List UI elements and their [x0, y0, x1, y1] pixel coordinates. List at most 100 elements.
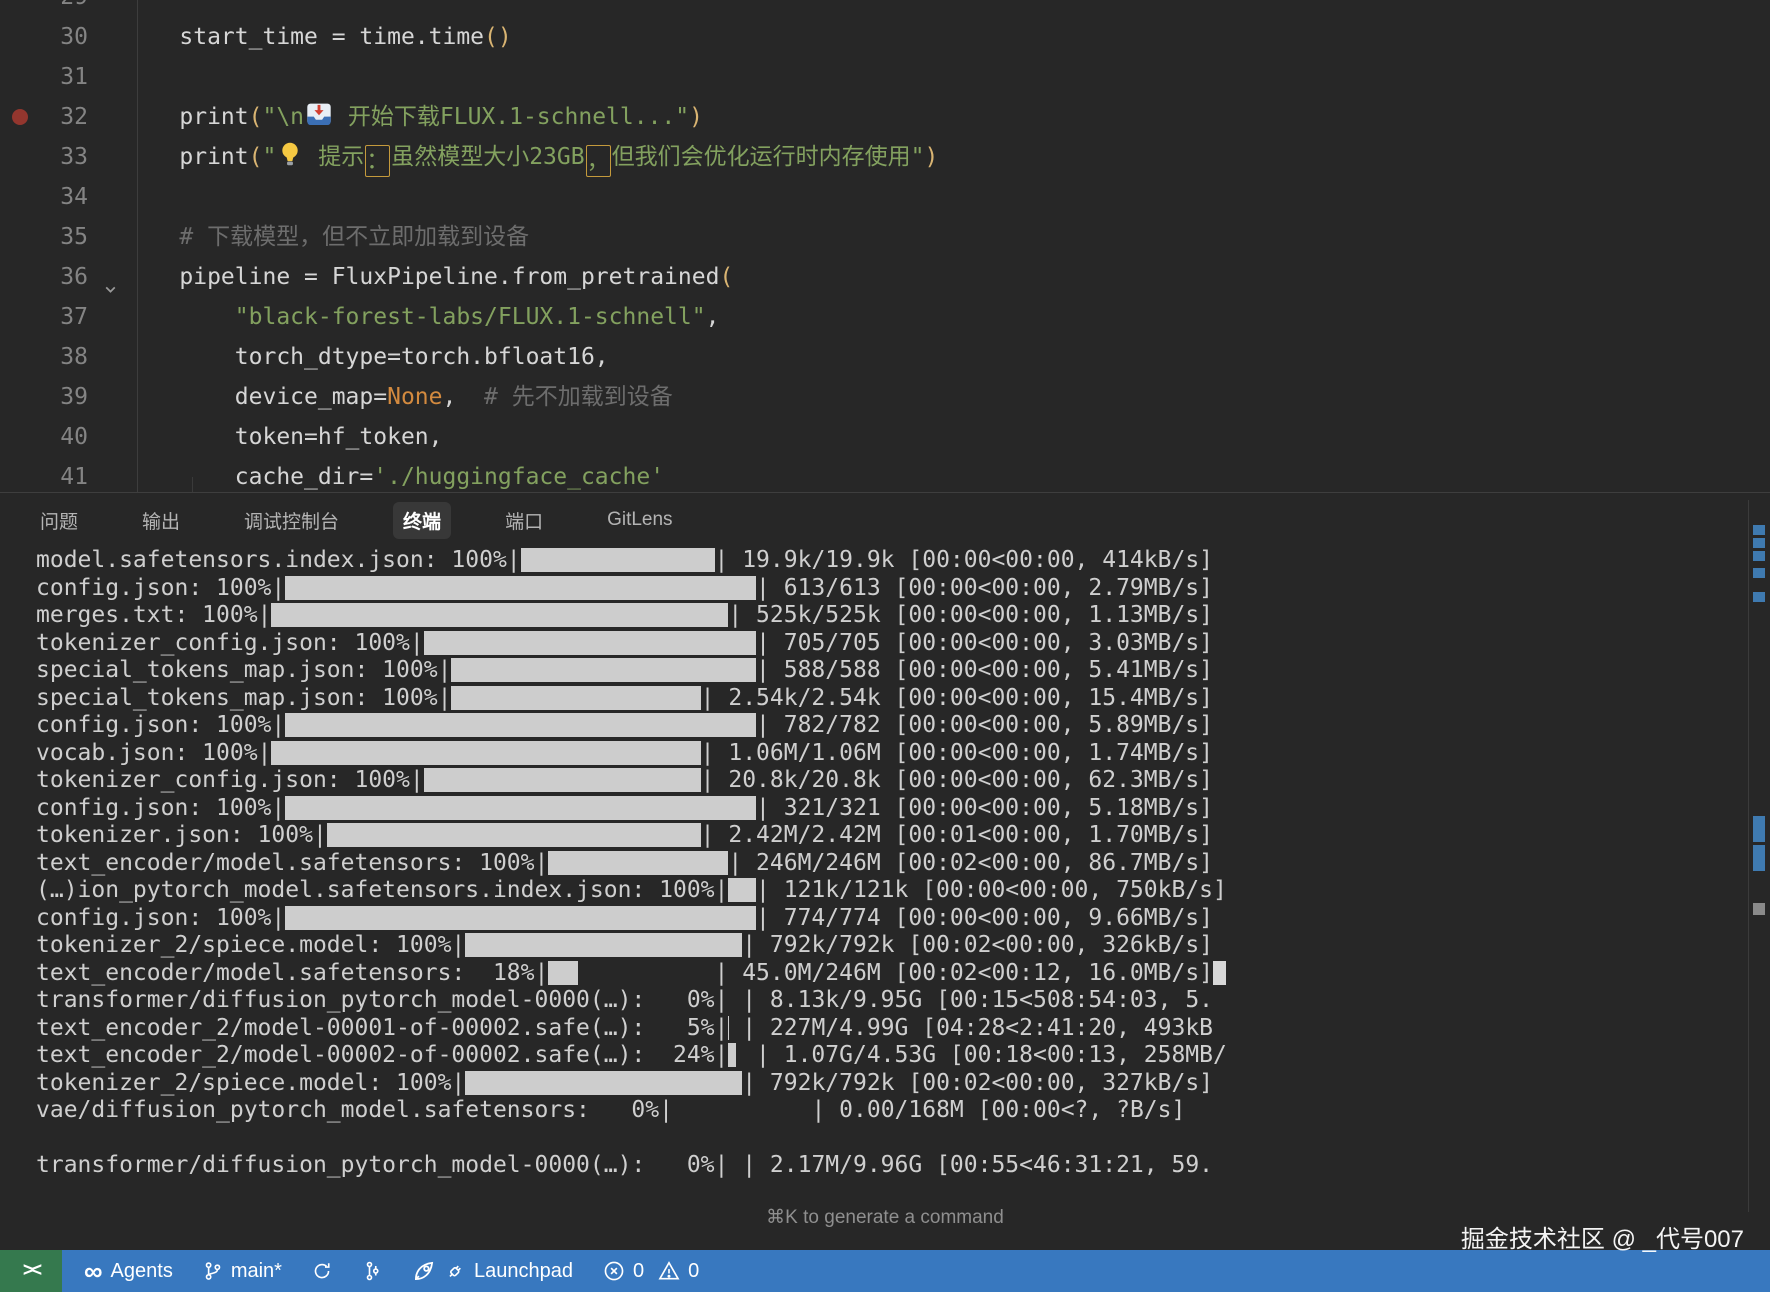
gutter[interactable]: 40	[0, 417, 124, 457]
code-line: 31	[0, 57, 1770, 97]
progress-bar	[465, 933, 742, 957]
terminal-line: text_encoder_2/model-00001-of-00002.safe…	[36, 1015, 1770, 1043]
code-text: "black-forest-labs/FLUX.1-schnell",	[124, 297, 719, 337]
code-line: 32 print("\n 开始下载FLUX.1-schnell...")	[0, 97, 1770, 137]
bulb-emoji	[278, 140, 302, 180]
problems-button[interactable]: 0 0	[603, 1260, 699, 1283]
panel-tab-调试控制台[interactable]: 调试控制台	[234, 502, 349, 539]
git-branch-label: main*	[231, 1260, 282, 1283]
progress-bar	[673, 1098, 811, 1122]
overview-ruler-mark	[1753, 538, 1765, 548]
agents-button[interactable]: ∞ Agents	[84, 1260, 173, 1283]
code-text: torch_dtype=torch.bfloat16,	[124, 337, 609, 377]
gutter[interactable]: 32	[0, 97, 124, 137]
launchpad-button[interactable]: Launchpad	[412, 1259, 573, 1283]
breakpoint-icon[interactable]	[12, 109, 28, 125]
code-line: 39 device_map=None, # 先不加载到设备	[0, 377, 1770, 417]
errors-icon	[603, 1260, 625, 1282]
code-line: 37 "black-forest-labs/FLUX.1-schnell",	[0, 297, 1770, 337]
line-number: 39	[60, 377, 88, 417]
terminal-output[interactable]: model.safetensors.index.json: 100%|| 19.…	[0, 547, 1770, 1180]
overview-ruler-mark	[1753, 845, 1765, 871]
terminal-cursor	[1213, 961, 1226, 985]
terminal-line: model.safetensors.index.json: 100%|| 19.…	[36, 547, 1770, 575]
terminal-line: text_encoder/model.safetensors: 18%|| 45…	[36, 960, 1770, 988]
terminal-line: transformer/diffusion_pytorch_model-0000…	[36, 987, 1770, 1015]
gutter[interactable]: 36	[0, 257, 124, 297]
progress-bar	[521, 548, 715, 572]
gutter[interactable]: 29	[0, 0, 124, 17]
gutter[interactable]: 34	[0, 177, 124, 217]
line-number: 37	[60, 297, 88, 337]
terminal-line: transformer/diffusion_pytorch_model-0000…	[36, 1152, 1770, 1180]
infinity-icon: ∞	[84, 1261, 103, 1281]
code-line: 34	[0, 177, 1770, 217]
panel-tab-问题[interactable]: 问题	[30, 502, 88, 539]
panel-tabs: 问题 输出 调试控制台 终端 端口 GitLens	[0, 493, 1770, 547]
code-text: device_map=None, # 先不加载到设备	[124, 377, 673, 417]
unicode-highlight-box: ：	[365, 145, 390, 177]
panel-tab-终端[interactable]: 终端	[393, 502, 451, 539]
overview-ruler-mark	[1753, 592, 1765, 602]
error-count: 0	[633, 1260, 644, 1283]
terminal-line: config.json: 100%|| 774/774 [00:00<00:00…	[36, 905, 1770, 933]
rocket-icon	[412, 1259, 436, 1283]
code-editor[interactable]: 2930 start_time = time.time()3132 print(…	[0, 0, 1770, 492]
remote-indicator[interactable]: ><	[0, 1250, 62, 1292]
gutter[interactable]: 33	[0, 137, 124, 177]
gutter[interactable]: 38	[0, 337, 124, 377]
panel-tab-端口[interactable]: 端口	[495, 502, 553, 539]
source-control-graph-button[interactable]	[362, 1261, 382, 1281]
git-branch-icon	[203, 1261, 223, 1281]
overview-ruler-mark	[1753, 816, 1765, 842]
overview-ruler-mark	[1753, 568, 1765, 578]
code-line: 30 start_time = time.time()	[0, 17, 1770, 57]
progress-bar	[285, 796, 756, 820]
line-number: 38	[60, 337, 88, 377]
line-number: 31	[60, 57, 88, 97]
progress-bar	[728, 1153, 742, 1177]
launchpad-label: Launchpad	[474, 1260, 573, 1283]
line-number: 30	[60, 17, 88, 57]
panel-tab-输出[interactable]: 输出	[132, 502, 190, 539]
progress-bar	[451, 686, 700, 710]
code-text: print("\n 开始下载FLUX.1-schnell...")	[124, 97, 703, 140]
terminal-scrollbar[interactable]	[1748, 500, 1749, 1212]
gutter[interactable]: 30	[0, 17, 124, 57]
overview-ruler-mark	[1753, 903, 1765, 915]
code-line: 35 # 下载模型，但不立即加载到设备	[0, 217, 1770, 257]
gutter[interactable]: 37	[0, 297, 124, 337]
plug-icon	[444, 1260, 466, 1282]
watermark: 掘金技术社区 @ _代号007	[1461, 1219, 1744, 1254]
terminal-line: vocab.json: 100%|| 1.06M/1.06M [00:00<00…	[36, 740, 1770, 768]
gutter[interactable]: 35	[0, 217, 124, 257]
terminal-line: text_encoder/model.safetensors: 100%|| 2…	[36, 850, 1770, 878]
line-number: 40	[60, 417, 88, 457]
progress-bar	[728, 1043, 756, 1067]
progress-bar	[465, 1071, 742, 1095]
sync-button[interactable]	[312, 1261, 332, 1281]
line-number: 32	[60, 97, 88, 137]
terminal-line: tokenizer_config.json: 100%|| 20.8k/20.8…	[36, 767, 1770, 795]
unicode-highlight-box: ，	[586, 145, 611, 177]
line-number: 34	[60, 177, 88, 217]
panel-tab-GitLens[interactable]: GitLens	[597, 504, 682, 536]
line-number: 33	[60, 137, 88, 177]
terminal-line: merges.txt: 100%|| 525k/525k [00:00<00:0…	[36, 602, 1770, 630]
gutter[interactable]: 31	[0, 57, 124, 97]
gutter[interactable]: 39	[0, 377, 124, 417]
git-branch-button[interactable]: main*	[203, 1260, 282, 1283]
terminal-line: special_tokens_map.json: 100%|| 2.54k/2.…	[36, 685, 1770, 713]
gutter[interactable]: 41	[0, 457, 124, 492]
line-number: 36	[60, 257, 88, 297]
overview-ruler-mark	[1753, 551, 1765, 561]
progress-bar	[548, 851, 728, 875]
terminal-line: vae/diffusion_pytorch_model.safetensors:…	[36, 1097, 1770, 1125]
overview-ruler-mark	[1753, 525, 1765, 535]
code-text: pipeline = FluxPipeline.from_pretrained(	[124, 257, 733, 297]
code-line: 41 cache_dir='./huggingface_cache'	[0, 457, 1770, 492]
code-line: 38 torch_dtype=torch.bfloat16,	[0, 337, 1770, 377]
status-bar: >< ∞ Agents main*	[0, 1250, 1770, 1292]
code-line: 29	[0, 0, 1770, 17]
terminal-line	[36, 1125, 1770, 1153]
